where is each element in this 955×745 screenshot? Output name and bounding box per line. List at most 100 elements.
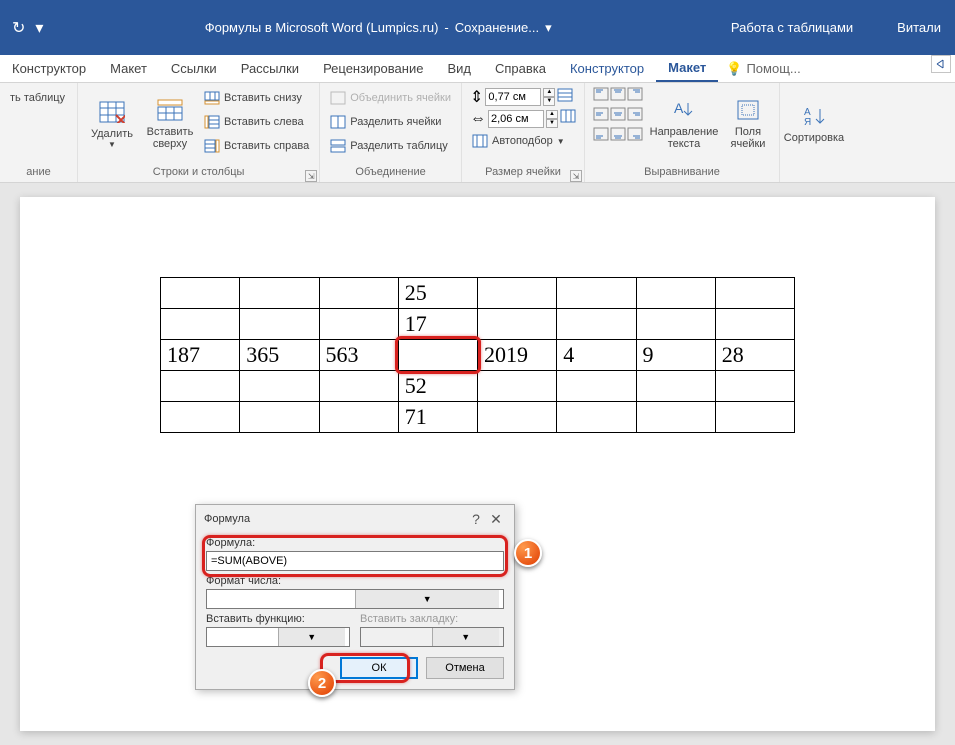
cancel-button[interactable]: Отмена [426, 657, 504, 679]
table-cell[interactable] [715, 402, 794, 433]
cell-size-launcher[interactable]: ⇲ [570, 170, 582, 182]
tab-help[interactable]: Справка [483, 55, 558, 82]
split-cells-button[interactable]: Разделить ячейки [328, 111, 453, 133]
formula-input[interactable] [206, 551, 504, 571]
table-cell[interactable] [557, 402, 636, 433]
spin-down-icon[interactable]: ▼ [543, 97, 555, 106]
align-tc-icon[interactable] [610, 87, 626, 106]
align-br-icon[interactable] [627, 127, 643, 146]
col-width-input[interactable] [488, 110, 544, 128]
table-cell[interactable] [636, 371, 715, 402]
split-table-button[interactable]: Разделить таблицу [328, 135, 453, 157]
dropdown-icon[interactable]: ▾ [35, 18, 43, 38]
autofit-button[interactable]: Автоподбор ▼ [470, 130, 576, 152]
table-cell[interactable]: 563 [319, 340, 398, 371]
table-cell[interactable] [319, 278, 398, 309]
close-icon[interactable]: ✕ [486, 511, 506, 528]
sort-button[interactable]: АЯ Сортировка [788, 87, 840, 159]
table-cell[interactable] [240, 278, 319, 309]
align-bl-icon[interactable] [593, 127, 609, 146]
row-height-input[interactable] [485, 88, 541, 106]
insert-right-button[interactable]: Вставить справа [202, 135, 311, 157]
table-cell[interactable] [557, 371, 636, 402]
tab-review[interactable]: Рецензирование [311, 55, 435, 82]
table-cell[interactable] [715, 309, 794, 340]
align-tl-icon[interactable] [593, 87, 609, 106]
table-cell[interactable] [478, 402, 557, 433]
table-cell[interactable]: 9 [636, 340, 715, 371]
number-format-combo[interactable]: ▼ [206, 589, 504, 609]
tell-me[interactable]: 💡 Помощ... [726, 55, 800, 82]
table-cell[interactable]: 2019 [478, 340, 557, 371]
help-icon[interactable]: ? [466, 511, 486, 527]
number-format-label: Формат числа: [206, 575, 504, 587]
insert-left-button[interactable]: Вставить слева [202, 111, 311, 133]
tab-konstruktor[interactable]: Конструктор [0, 55, 98, 82]
tab-rassylki[interactable]: Рассылки [229, 55, 311, 82]
group-alignment-label: Выравнивание [593, 164, 771, 180]
distribute-cols-icon[interactable] [560, 109, 576, 128]
table-cell[interactable]: 28 [715, 340, 794, 371]
table-cell[interactable] [715, 278, 794, 309]
cell-margins-button[interactable]: Поля ячейки [725, 87, 771, 159]
table-cell[interactable] [161, 278, 240, 309]
table-cell[interactable]: 17 [398, 309, 477, 340]
delete-button[interactable]: Удалить▼ [86, 87, 138, 159]
dialog-titlebar[interactable]: Формула ? ✕ [196, 505, 514, 533]
table-cell[interactable] [161, 309, 240, 340]
distribute-rows-icon[interactable] [557, 88, 573, 107]
tab-ssylki[interactable]: Ссылки [159, 55, 229, 82]
align-ml-icon[interactable] [593, 107, 609, 126]
table-cell[interactable] [636, 309, 715, 340]
table-cell[interactable]: 187 [161, 340, 240, 371]
tab-table-layout[interactable]: Макет [656, 55, 718, 82]
saving-status: Сохранение... [455, 20, 539, 36]
ok-button[interactable]: ОК [340, 657, 418, 679]
table-cell[interactable] [478, 278, 557, 309]
col-width-control[interactable]: ⇔ ▲▼ [470, 109, 576, 128]
row-height-control[interactable]: ⇕ ▲▼ [470, 87, 576, 107]
autofit-icon [472, 133, 488, 149]
table-cell[interactable]: 71 [398, 402, 477, 433]
table-cell[interactable] [715, 371, 794, 402]
table-cell[interactable]: 365 [240, 340, 319, 371]
table-cell-selected[interactable] [398, 340, 477, 371]
align-tr-icon[interactable] [627, 87, 643, 106]
spin-up-icon[interactable]: ▲ [546, 110, 558, 119]
table-cell[interactable] [478, 309, 557, 340]
spin-up-icon[interactable]: ▲ [543, 88, 555, 97]
table-cell[interactable] [557, 278, 636, 309]
table-cell[interactable] [557, 309, 636, 340]
insert-function-combo[interactable]: ▼ [206, 627, 350, 647]
table-cell[interactable] [478, 371, 557, 402]
table-cell[interactable] [240, 309, 319, 340]
table-cell[interactable] [319, 309, 398, 340]
table-cell[interactable]: 52 [398, 371, 477, 402]
spin-down-icon[interactable]: ▼ [546, 119, 558, 128]
share-button[interactable] [931, 55, 951, 73]
table-cell[interactable] [161, 402, 240, 433]
insert-below-button[interactable]: Вставить снизу [202, 87, 311, 109]
table-cell[interactable] [240, 371, 319, 402]
rows-cols-launcher[interactable]: ⇲ [305, 170, 317, 182]
tab-table-design[interactable]: Конструктор [558, 55, 656, 82]
text-direction-button[interactable]: A Направление текста [649, 87, 719, 159]
align-mr-icon[interactable] [627, 107, 643, 126]
alignment-grid[interactable] [593, 87, 643, 146]
insert-above-button[interactable]: Вставить сверху [144, 87, 196, 159]
table-cell[interactable] [636, 402, 715, 433]
refresh-icon[interactable]: ↻ [12, 18, 25, 38]
table-cell[interactable] [161, 371, 240, 402]
tab-view[interactable]: Вид [435, 55, 483, 82]
table-cell[interactable]: 4 [557, 340, 636, 371]
align-mc-icon[interactable] [610, 107, 626, 126]
table-cell[interactable] [240, 402, 319, 433]
table-cell[interactable]: 25 [398, 278, 477, 309]
table-cell[interactable] [636, 278, 715, 309]
draw-table-button[interactable]: ть таблицу [8, 87, 67, 109]
tab-maket[interactable]: Макет [98, 55, 159, 82]
word-table[interactable]: 25 17 187365563 20194928 52 71 [160, 277, 795, 433]
table-cell[interactable] [319, 402, 398, 433]
table-cell[interactable] [319, 371, 398, 402]
align-bc-icon[interactable] [610, 127, 626, 146]
